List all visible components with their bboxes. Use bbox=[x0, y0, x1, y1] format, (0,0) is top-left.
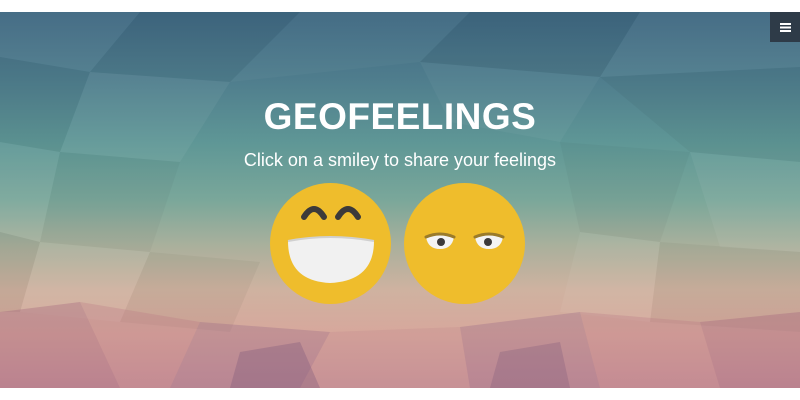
page-title: GEOFEELINGS bbox=[263, 96, 537, 137]
page-subtitle: Click on a smiley to share your feelings bbox=[243, 150, 557, 170]
low-poly-background bbox=[0, 12, 800, 388]
sad-smiley-button[interactable] bbox=[404, 183, 525, 304]
happy-smiley-button[interactable] bbox=[270, 183, 391, 304]
hamburger-menu-icon bbox=[779, 22, 791, 32]
sad-smiley-icon bbox=[404, 183, 525, 304]
hero-background bbox=[0, 12, 800, 388]
menu-button[interactable] bbox=[770, 12, 800, 42]
happy-smiley-icon bbox=[270, 183, 391, 304]
